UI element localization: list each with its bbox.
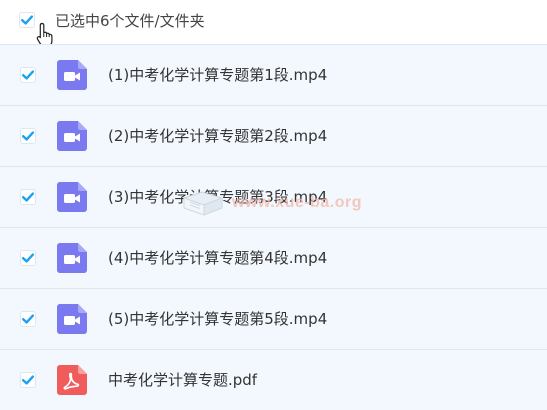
file-checkbox[interactable] — [20, 372, 36, 388]
file-row[interactable]: (4)中考化学计算专题第4段.mp4 — [0, 227, 547, 288]
file-row[interactable]: (2)中考化学计算专题第2段.mp4 — [0, 105, 547, 166]
video-file-icon — [57, 182, 87, 212]
checkmark-icon — [20, 128, 36, 144]
checkmark-icon — [20, 189, 36, 205]
file-name[interactable]: 中考化学计算专题.pdf — [108, 369, 257, 390]
file-name[interactable]: (3)中考化学计算专题第3段.mp4 — [108, 186, 327, 207]
video-file-icon — [57, 243, 87, 273]
select-all-checkbox[interactable] — [19, 12, 35, 28]
video-file-icon — [57, 304, 87, 334]
file-list: (1)中考化学计算专题第1段.mp4 (2)中考化学计算专题第2段.mp4 (3… — [0, 44, 547, 410]
file-checkbox[interactable] — [20, 311, 36, 327]
file-row[interactable]: (5)中考化学计算专题第5段.mp4 — [0, 288, 547, 349]
checkmark-icon — [20, 250, 36, 266]
video-file-icon — [57, 60, 87, 90]
file-checkbox[interactable] — [20, 67, 36, 83]
checkmark-icon — [20, 311, 36, 327]
pdf-file-icon — [57, 365, 87, 395]
selection-count-text: 已选中6个文件/文件夹 — [55, 12, 205, 30]
file-row[interactable]: (3)中考化学计算专题第3段.mp4 — [0, 166, 547, 227]
video-file-icon — [57, 121, 87, 151]
file-row[interactable]: (1)中考化学计算专题第1段.mp4 — [0, 44, 547, 105]
checkmark-icon — [20, 67, 36, 83]
file-checkbox[interactable] — [20, 250, 36, 266]
file-name[interactable]: (2)中考化学计算专题第2段.mp4 — [108, 125, 327, 146]
file-checkbox[interactable] — [20, 189, 36, 205]
selection-header: 已选中6个文件/文件夹 — [0, 0, 547, 47]
file-row[interactable]: 中考化学计算专题.pdf — [0, 349, 547, 410]
file-checkbox[interactable] — [20, 128, 36, 144]
checkmark-icon — [20, 372, 36, 388]
file-name[interactable]: (4)中考化学计算专题第4段.mp4 — [108, 247, 327, 268]
file-name[interactable]: (1)中考化学计算专题第1段.mp4 — [108, 64, 327, 85]
checkmark-icon — [19, 12, 35, 28]
file-name[interactable]: (5)中考化学计算专题第5段.mp4 — [108, 308, 327, 329]
